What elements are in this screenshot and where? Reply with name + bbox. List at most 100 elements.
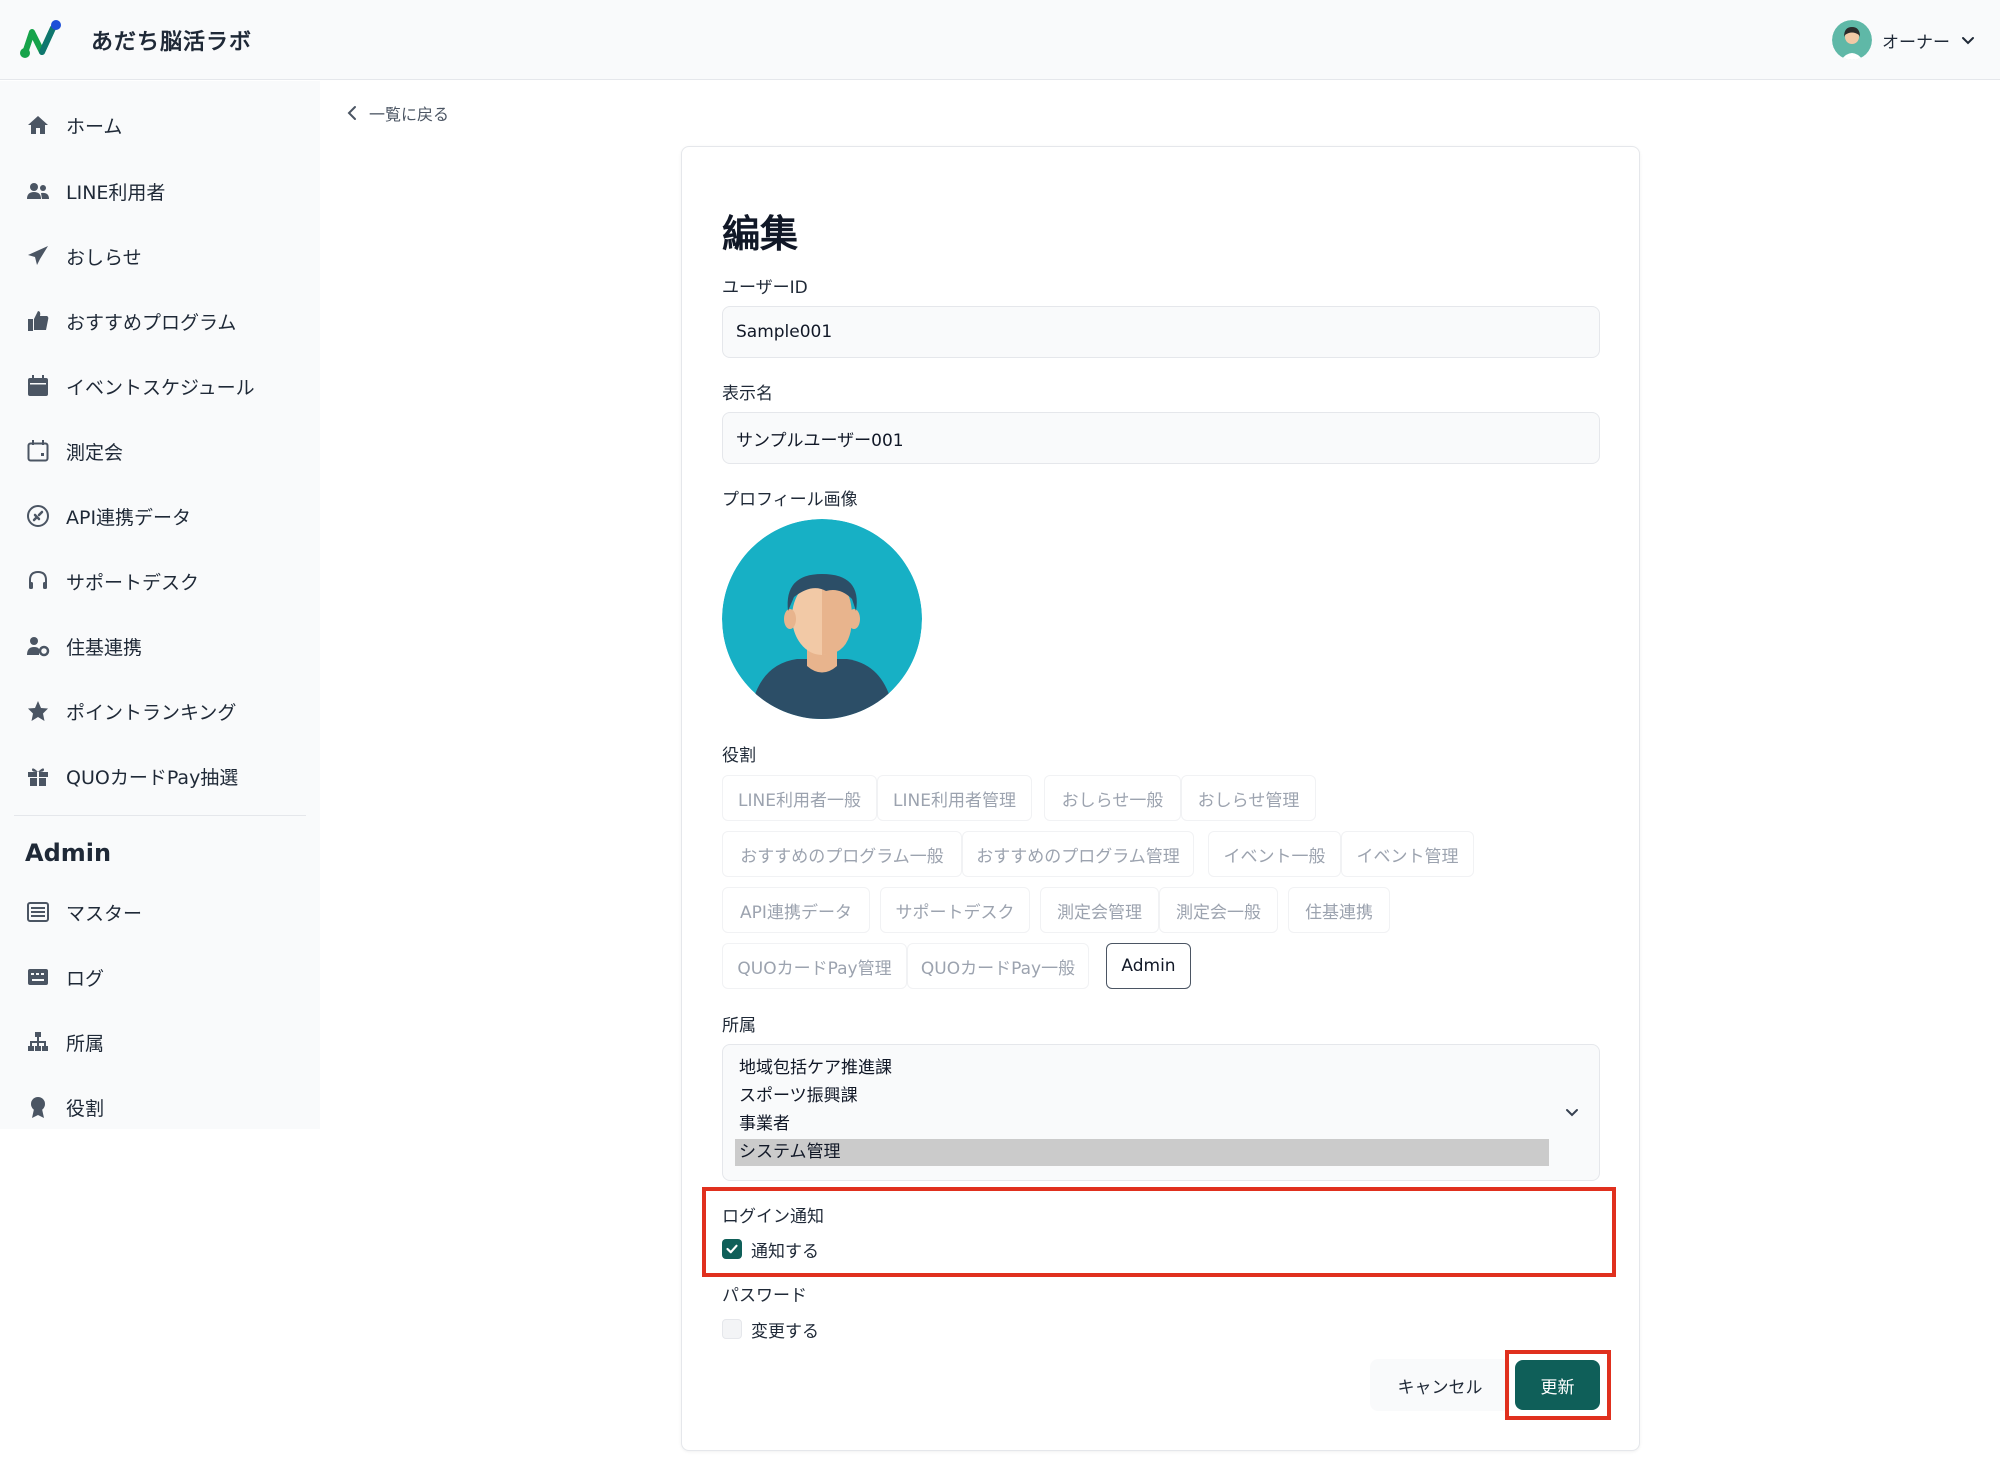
paper-plane-icon <box>24 242 52 270</box>
profile-image[interactable] <box>722 519 922 719</box>
sidebar: ホーム LINE利用者 おしらせ おすすめプログラム イベントスケジュール 測定… <box>0 81 320 1129</box>
sidebar-item-label: イベントスケジュール <box>66 376 255 399</box>
sidebar-item-measurement[interactable]: 測定会 <box>14 425 304 477</box>
sidebar-item-label: マスター <box>66 902 143 925</box>
user-gear-icon <box>24 632 52 660</box>
sidebar-item-support-desk[interactable]: サポートデスク <box>14 555 304 607</box>
role-chip[interactable]: 住基連携 <box>1288 887 1390 933</box>
role-chip-admin[interactable]: Admin <box>1106 943 1191 989</box>
affiliation-option[interactable]: 地域包括ケア推進課 <box>735 1055 1549 1082</box>
app-header: あだち脳活ラボ オーナー <box>0 0 2000 80</box>
calendar-outline-icon <box>24 437 52 465</box>
login-notify-checkbox[interactable] <box>722 1239 742 1259</box>
sidebar-item-resident-link[interactable]: 住基連携 <box>14 620 304 672</box>
sidebar-item-api-data[interactable]: API連携データ <box>14 490 304 542</box>
headset-icon <box>24 567 52 595</box>
brand-name: あだち脳活ラボ <box>91 30 253 55</box>
role-chip[interactable]: おしらせ管理 <box>1181 775 1316 821</box>
affiliation-select[interactable]: 地域包括ケア推進課 スポーツ振興課 事業者 システム管理 <box>722 1044 1600 1181</box>
user-menu[interactable]: オーナー <box>1832 18 1976 62</box>
check-icon <box>726 1244 738 1254</box>
thumbs-up-icon <box>24 307 52 335</box>
sidebar-item-event-schedule[interactable]: イベントスケジュール <box>14 360 304 412</box>
cancel-button[interactable]: キャンセル <box>1370 1359 1510 1411</box>
role-chip[interactable]: おすすめのプログラム一般 <box>722 831 962 877</box>
sidebar-item-label: ログ <box>66 967 105 990</box>
sidebar-item-log[interactable]: ログ <box>14 951 304 1003</box>
calendar-icon <box>24 372 52 400</box>
role-chip[interactable]: イベント一般 <box>1208 831 1341 877</box>
sidebar-item-master[interactable]: マスター <box>14 886 304 938</box>
affiliation-label: 所属 <box>722 1016 756 1036</box>
user-avatar <box>1832 20 1872 60</box>
display-name-label: 表示名 <box>722 384 773 404</box>
role-chip[interactable]: LINE利用者一般 <box>722 775 877 821</box>
plug-circle-icon <box>24 502 52 530</box>
affiliation-option[interactable]: スポーツ振興課 <box>735 1083 1549 1110</box>
gift-icon <box>24 762 52 790</box>
sidebar-item-label: 役割 <box>66 1097 105 1120</box>
star-icon <box>24 697 52 725</box>
login-notify-highlight <box>702 1187 1616 1277</box>
back-link-label: 一覧に戻る <box>369 105 450 124</box>
sitemap-icon <box>24 1028 52 1056</box>
role-chip[interactable]: イベント管理 <box>1341 831 1474 877</box>
sidebar-item-label: ポイントランキング <box>66 701 237 724</box>
role-chip[interactable]: 測定会管理 <box>1040 887 1159 933</box>
role-chip[interactable]: QUOカードPay一般 <box>907 943 1089 989</box>
login-notify-checkbox-label[interactable]: 通知する <box>751 1237 819 1262</box>
sidebar-item-affiliation[interactable]: 所属 <box>14 1016 304 1068</box>
keyboard-icon <box>24 963 52 991</box>
role-chip[interactable]: おすすめのプログラム管理 <box>962 831 1194 877</box>
profile-image-label: プロフィール画像 <box>722 490 858 510</box>
chevron-down-icon <box>1962 37 1974 45</box>
password-change-checkbox[interactable] <box>722 1319 742 1339</box>
sidebar-item-label: サポートデスク <box>66 571 200 594</box>
sidebar-item-home[interactable]: ホーム <box>14 99 304 151</box>
sidebar-item-label: 所属 <box>66 1032 105 1055</box>
sidebar-item-label: ホーム <box>66 115 123 138</box>
user-id-label: ユーザーID <box>722 278 808 298</box>
sidebar-item-roles[interactable]: 役割 <box>14 1081 304 1133</box>
sidebar-item-label: LINE利用者 <box>66 181 166 204</box>
user-id-field[interactable] <box>722 306 1600 358</box>
users-icon <box>24 177 52 205</box>
sidebar-item-label: おすすめプログラム <box>66 311 237 334</box>
chevron-left-icon <box>347 106 356 120</box>
role-chip[interactable]: おしらせ一般 <box>1044 775 1181 821</box>
sidebar-item-line-users[interactable]: LINE利用者 <box>14 165 304 217</box>
sidebar-divider <box>14 815 306 816</box>
sidebar-item-quo-lottery[interactable]: QUOカードPay抽選 <box>14 750 304 802</box>
display-name-field[interactable] <box>722 412 1600 464</box>
edit-card: 編集 ユーザーID 表示名 プロフィール画像 役割 LINE利用者一般 LINE… <box>681 146 1640 1451</box>
sidebar-item-programs[interactable]: おすすめプログラム <box>14 295 304 347</box>
sidebar-item-label: 測定会 <box>66 441 124 464</box>
server-icon <box>24 898 52 926</box>
sidebar-item-label: QUOカードPay抽選 <box>66 766 239 789</box>
chevron-down-icon <box>1566 1109 1578 1117</box>
sidebar-item-label: 住基連携 <box>66 636 143 659</box>
sidebar-item-label: おしらせ <box>66 246 142 269</box>
user-name: オーナー <box>1882 32 1950 53</box>
role-chip[interactable]: LINE利用者管理 <box>877 775 1032 821</box>
sidebar-item-label: API連携データ <box>66 506 192 529</box>
login-notify-label: ログイン通知 <box>722 1207 824 1227</box>
back-to-list-link[interactable]: 一覧に戻る <box>345 101 449 125</box>
password-label: パスワード <box>722 1286 807 1306</box>
password-change-checkbox-label[interactable]: 変更する <box>751 1317 819 1342</box>
role-chip[interactable]: サポートデスク <box>880 887 1030 933</box>
role-chip[interactable]: 測定会一般 <box>1159 887 1278 933</box>
role-chip[interactable]: QUOカードPay管理 <box>722 943 907 989</box>
update-button[interactable]: 更新 <box>1515 1360 1600 1410</box>
home-icon <box>24 111 52 139</box>
role-chip[interactable]: API連携データ <box>722 887 870 933</box>
affiliation-option-selected[interactable]: システム管理 <box>735 1139 1549 1166</box>
award-icon <box>24 1093 52 1121</box>
brand-logo-icon[interactable] <box>18 18 62 62</box>
page-title: 編集 <box>722 212 799 256</box>
sidebar-item-news[interactable]: おしらせ <box>14 230 304 282</box>
sidebar-item-point-ranking[interactable]: ポイントランキング <box>14 685 304 737</box>
affiliation-option[interactable]: 事業者 <box>735 1111 1549 1138</box>
admin-heading: Admin <box>25 839 112 867</box>
roles-label: 役割 <box>722 746 756 766</box>
